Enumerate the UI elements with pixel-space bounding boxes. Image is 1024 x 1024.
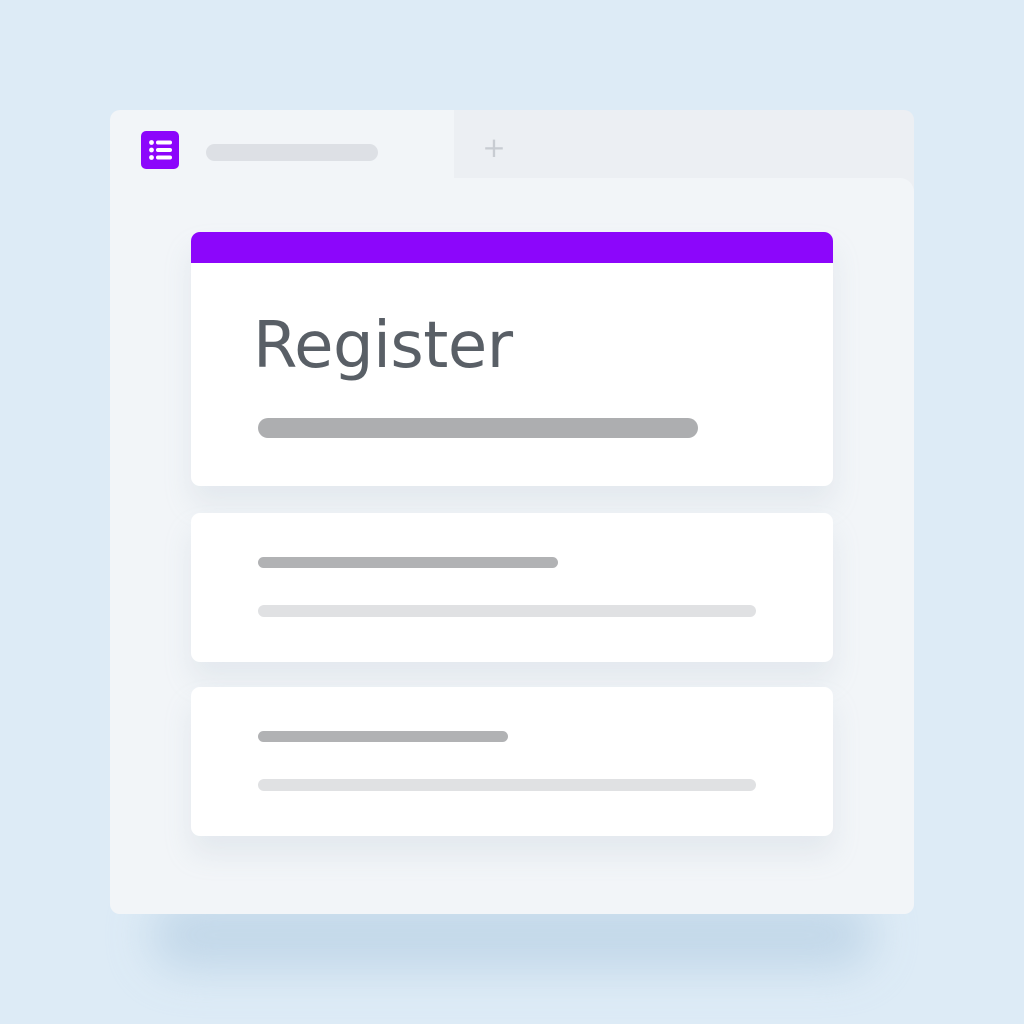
question-label-placeholder — [258, 731, 508, 742]
new-tab-button[interactable]: + — [480, 134, 508, 162]
answer-field-placeholder[interactable] — [258, 605, 756, 617]
form-description-placeholder — [258, 418, 698, 438]
answer-field-placeholder[interactable] — [258, 779, 756, 791]
question-card[interactable] — [191, 687, 833, 836]
form-list-icon — [141, 131, 179, 169]
form-accent-bar — [191, 232, 833, 263]
browser-window: + Register — [110, 110, 914, 914]
question-card[interactable] — [191, 513, 833, 662]
tab-title-placeholder — [206, 144, 378, 161]
question-label-placeholder — [258, 557, 558, 568]
form-header-card: Register — [191, 232, 833, 486]
form-title: Register — [253, 309, 513, 383]
